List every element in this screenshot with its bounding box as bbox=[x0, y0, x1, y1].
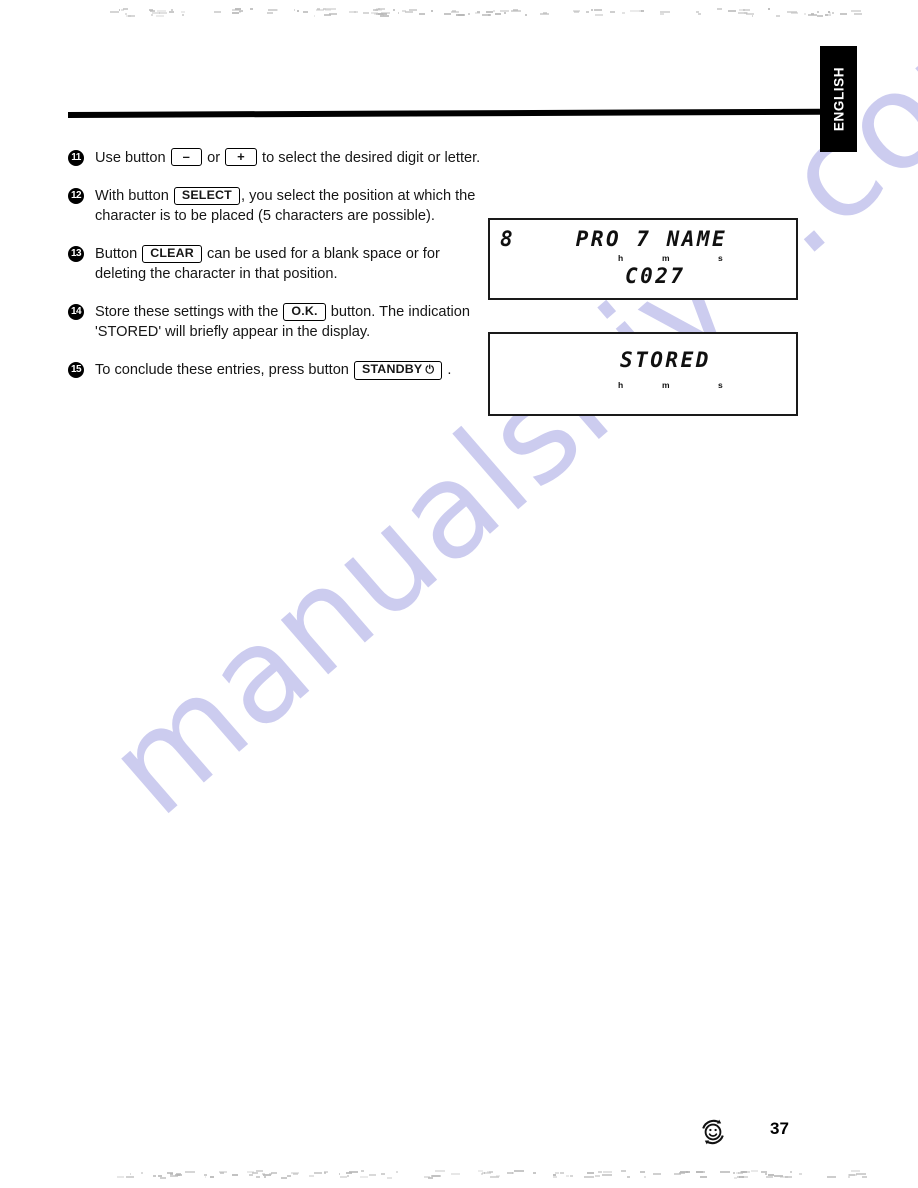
step-text-run: or bbox=[203, 150, 225, 166]
step-text-run: To conclude these entries, press button bbox=[95, 361, 353, 378]
instruction-step: 15 To conclude these entries, press butto… bbox=[68, 360, 488, 381]
watermark: manualshive.com bbox=[79, 0, 918, 1090]
step-text-run: With button bbox=[95, 187, 173, 204]
marker-seconds: s bbox=[718, 253, 723, 263]
recycle-smiley-icon bbox=[697, 1116, 729, 1148]
scan-edge-speckle-top bbox=[0, 6, 918, 20]
display-hms-markers: h m s bbox=[618, 380, 738, 392]
step-text-run: Button bbox=[95, 245, 142, 262]
step-text-run: to select the desired digit or letter. bbox=[257, 150, 481, 166]
hardware-button-label: STANDBY bbox=[361, 361, 423, 376]
power-icon: ⏻ bbox=[425, 363, 435, 376]
step-text-run: . bbox=[443, 361, 452, 378]
marker-seconds: s bbox=[718, 380, 723, 390]
hardware-button-clear[interactable]: CLEAR bbox=[142, 244, 202, 263]
hardware-button-[interactable]: – bbox=[170, 148, 203, 166]
step-number-badge: 14 bbox=[68, 303, 84, 320]
language-tab-english: ENGLISH bbox=[820, 46, 857, 152]
step-text: To conclude these entries, press button … bbox=[95, 360, 488, 381]
page-number: 37 bbox=[770, 1119, 789, 1138]
display-top-line: 8 PRO 7 NAME bbox=[500, 227, 728, 251]
hardware-button-label: – bbox=[182, 149, 191, 164]
hardware-button-standby[interactable]: STANDBY ⏻ bbox=[353, 360, 443, 380]
step-text-run: Use button bbox=[95, 150, 170, 166]
hardware-button-select[interactable]: SELECT bbox=[173, 186, 240, 205]
marker-minutes: m bbox=[662, 253, 670, 263]
step-text-run: Store these settings with the bbox=[95, 303, 283, 320]
marker-hours: h bbox=[618, 380, 624, 390]
display-bottom-line: C027 bbox=[625, 264, 686, 288]
marker-hours: h bbox=[618, 253, 624, 263]
step-text: With button SELECT, you select the posit… bbox=[95, 186, 488, 227]
header-rule bbox=[67, 108, 821, 118]
instruction-step: 14 Store these settings with the O.K. but… bbox=[68, 302, 488, 343]
program-name-display: 8 PRO 7 NAME h m s C027 bbox=[488, 218, 798, 300]
stored-confirmation-display: STORED h m s bbox=[488, 332, 798, 416]
step-number-badge: 11 bbox=[68, 150, 84, 166]
hardware-button-o-k[interactable]: O.K. bbox=[283, 302, 326, 321]
step-number-badge: 12 bbox=[68, 187, 84, 204]
hardware-button-label: O.K. bbox=[291, 303, 318, 318]
step-text: Use button – or + to select the desired … bbox=[95, 148, 488, 169]
step-number-badge: 15 bbox=[68, 361, 84, 378]
scan-edge-speckle-bottom bbox=[0, 1168, 918, 1182]
language-tab-label: ENGLISH bbox=[831, 66, 846, 132]
step-text: Store these settings with the O.K. butto… bbox=[95, 302, 488, 343]
instruction-step: 12 With button SELECT, you select the pos… bbox=[68, 186, 488, 227]
hardware-button-label: CLEAR bbox=[150, 245, 194, 260]
step-text: Button CLEAR can be used for a blank spa… bbox=[95, 244, 488, 285]
hardware-button-label: SELECT bbox=[181, 187, 232, 202]
marker-minutes: m bbox=[662, 380, 670, 390]
hardware-button-label: + bbox=[237, 149, 245, 164]
instruction-list: 11 Use button – or + to select the desire… bbox=[68, 148, 488, 397]
instruction-step: 13 Button CLEAR can be used for a blank s… bbox=[68, 244, 488, 285]
step-number-badge: 13 bbox=[68, 245, 84, 262]
instruction-step: 11 Use button – or + to select the desire… bbox=[68, 148, 488, 169]
watermark-text: manualshive.com bbox=[79, 0, 918, 846]
manual-page: manualshive.com ENGLISH 11 Use button – o… bbox=[0, 0, 918, 1188]
hardware-button-[interactable]: + bbox=[225, 148, 257, 166]
display-main-line: STORED bbox=[620, 348, 711, 372]
